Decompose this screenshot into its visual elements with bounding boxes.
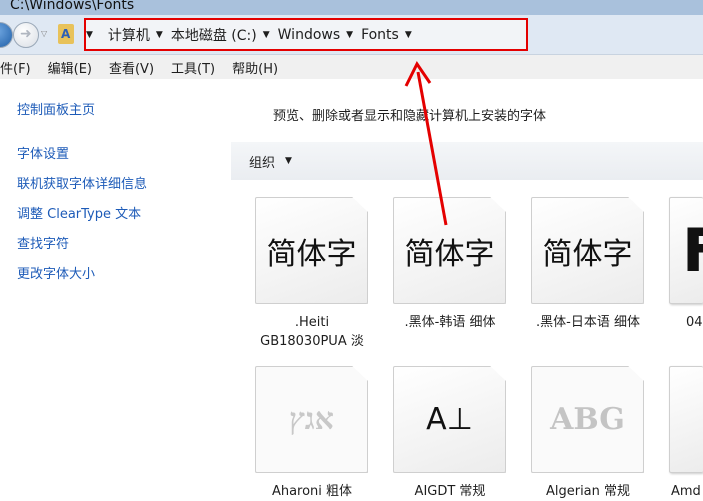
menu-tools[interactable]: 工具(T) [171, 58, 215, 77]
font-file-icon: A⊥ [393, 366, 506, 473]
forward-button[interactable]: ➜ [13, 22, 39, 48]
window-title: C:\Windows\Fonts [0, 0, 703, 15]
font-file-icon: 简体字 [531, 197, 644, 304]
breadcrumb-computer[interactable]: 计算机 ▼ [108, 25, 163, 45]
sidebar-font-settings[interactable]: 字体设置 [17, 143, 69, 162]
font-file-icon: F [669, 197, 703, 304]
sidebar-find-character[interactable]: 查找字符 [17, 233, 69, 252]
caret-down-icon[interactable]: ▼ [346, 30, 353, 40]
history-dropdown-icon[interactable]: ▽ [41, 29, 47, 38]
font-file-icon [669, 366, 703, 473]
font-file-icon: 简体字 [255, 197, 368, 304]
sidebar-change-font-size[interactable]: 更改字体大小 [17, 263, 95, 282]
font-name: 04 [686, 315, 703, 330]
organize-button[interactable]: 组织 [249, 152, 275, 171]
caret-down-icon[interactable]: ▼ [405, 30, 412, 40]
caret-down-icon: ▼ [86, 29, 93, 40]
fonts-folder-icon: A [58, 24, 74, 44]
main-pane: 预览、删除或者显示和隐藏计算机上安装的字体 组织 ▼ 简体字 .Heiti GB1… [231, 79, 703, 500]
font-file-icon: ABG [531, 366, 644, 473]
menu-help[interactable]: 帮助(H) [232, 58, 278, 77]
sidebar: 控制面板主页 字体设置 联机获取字体详细信息 调整 ClearType 文本 查… [0, 79, 231, 500]
font-name: Amd [671, 484, 701, 499]
menu-view[interactable]: 查看(V) [109, 58, 154, 77]
page-description: 预览、删除或者显示和隐藏计算机上安装的字体 [273, 109, 547, 124]
font-name: .黑体-日本语 细体 [536, 315, 640, 330]
sidebar-control-panel-home[interactable]: 控制面板主页 [17, 99, 95, 118]
font-name: Algerian 常规 [545, 484, 631, 499]
menu-file[interactable]: 件(F) [0, 58, 31, 77]
menu-bar: 件(F) 编辑(E) 查看(V) 工具(T) 帮助(H) [0, 55, 703, 79]
menu-edit[interactable]: 编辑(E) [48, 58, 92, 77]
breadcrumb-local-disk[interactable]: 本地磁盘 (C:) ▼ [171, 25, 270, 45]
address-row: ➜ ▽ A ▼ 计算机 ▼ 本地磁盘 (C:) ▼ Windows ▼ Fonts ▼ [0, 15, 703, 55]
breadcrumb-root-dropdown[interactable]: ▼ [86, 30, 100, 40]
font-file-icon: 简体字 [393, 197, 506, 304]
sidebar-get-font-info-online[interactable]: 联机获取字体详细信息 [17, 173, 147, 192]
toolbar: 组织 ▼ [231, 142, 703, 180]
sidebar-adjust-cleartype[interactable]: 调整 ClearType 文本 [17, 203, 141, 222]
caret-down-icon[interactable]: ▼ [285, 156, 292, 166]
breadcrumb: ▼ 计算机 ▼ 本地磁盘 (C:) ▼ Windows ▼ Fonts ▼ [84, 18, 528, 51]
font-file-icon: אגץ [255, 366, 368, 473]
back-button[interactable] [0, 22, 13, 48]
breadcrumb-windows[interactable]: Windows ▼ [278, 27, 353, 43]
breadcrumb-fonts[interactable]: Fonts ▼ [361, 27, 412, 43]
caret-down-icon[interactable]: ▼ [263, 30, 270, 40]
arrow-right-icon: ➜ [20, 26, 32, 42]
caret-down-icon[interactable]: ▼ [156, 30, 163, 40]
